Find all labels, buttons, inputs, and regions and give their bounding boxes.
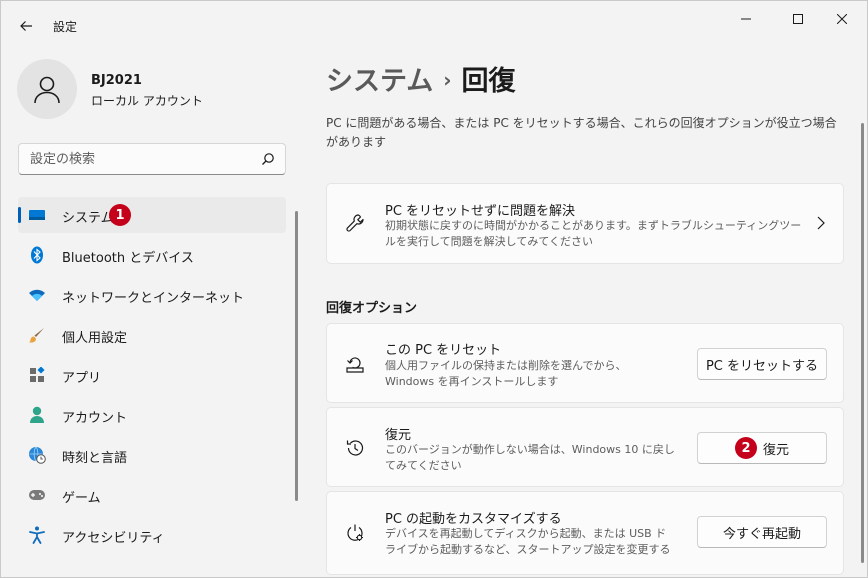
sidebar-item-bluetooth[interactable]: Bluetooth とデバイス	[18, 237, 286, 273]
person-avatar-icon	[34, 76, 60, 104]
reset-pc-icon	[343, 352, 367, 376]
sidebar-item-label: 時刻と言語	[62, 451, 128, 466]
advanced-startup-card: PC の起動をカスタマイズする デバイスを再起動してディスクから起動、または U…	[326, 491, 844, 575]
back-button[interactable]	[13, 13, 39, 39]
history-icon	[343, 436, 367, 460]
breadcrumb-separator: ›	[443, 68, 452, 92]
sidebar-item-label: システム	[62, 211, 114, 226]
minimize-icon	[741, 18, 751, 20]
advanced-startup-description: デバイスを再起動してディスクから起動、または USB ドライブから起動するなど、…	[385, 527, 671, 556]
maximize-icon	[793, 14, 803, 24]
go-back-card: 復元 このバージョンが動作しない場合は、Windows 10 に戻してみてくださ…	[326, 407, 844, 487]
advanced-startup-title: PC の起動をカスタマイズする	[385, 512, 562, 527]
chevron-right-icon	[817, 216, 825, 230]
apps-icon	[28, 366, 46, 384]
user-profile[interactable]: BJ2021 ローカル アカウント	[17, 59, 287, 121]
close-button[interactable]	[819, 7, 865, 31]
reset-pc-button[interactable]: PC をリセットする	[697, 348, 827, 380]
sidebar-item-gaming[interactable]: ゲーム	[18, 477, 286, 513]
go-back-button[interactable]: 2 復元	[697, 432, 827, 464]
sidebar-item-label: アカウント	[62, 411, 128, 426]
sidebar-item-label: アプリ	[62, 371, 102, 386]
person-icon	[28, 406, 46, 424]
sidebar-item-label: Bluetooth とデバイス	[62, 251, 194, 266]
sidebar-item-label: ネットワークとインターネット	[62, 291, 245, 306]
advanced-startup-icon	[343, 521, 367, 545]
restart-now-button-label: 今すぐ再起動	[722, 526, 801, 542]
main-scrollbar[interactable]	[861, 123, 864, 563]
title-bar: 設定	[1, 1, 867, 47]
back-arrow-icon	[20, 21, 32, 31]
search-icon[interactable]	[261, 152, 275, 166]
sidebar-item-label: アクセシビリティ	[62, 531, 165, 546]
sidebar-item-label: 個人用設定	[62, 331, 128, 346]
troubleshoot-description: 初期状態に戻すのに時間がかかることがあります。まずトラブルシューティングツールを…	[385, 219, 802, 248]
recovery-options-heading: 回復オプション	[326, 301, 418, 316]
restart-now-button[interactable]: 今すぐ再起動	[697, 516, 827, 548]
troubleshoot-card[interactable]: PC をリセットせずに問題を解決 初期状態に戻すのに時間がかかることがあります。…	[326, 183, 844, 264]
selection-indicator	[18, 207, 21, 223]
breadcrumb: システム › 回復	[326, 59, 515, 98]
annotation-badge: 2	[734, 437, 757, 459]
sidebar-item-accounts[interactable]: アカウント	[18, 397, 286, 433]
user-name: BJ2021	[91, 73, 142, 88]
account-type: ローカル アカウント	[91, 94, 203, 108]
sidebar-item-accessibility[interactable]: アクセシビリティ	[18, 517, 286, 553]
bluetooth-icon	[28, 246, 46, 264]
globe-clock-icon	[28, 446, 46, 464]
gamepad-icon	[28, 486, 46, 504]
close-icon	[837, 14, 847, 24]
breadcrumb-parent[interactable]: システム	[326, 66, 433, 97]
reset-pc-button-label: PC をリセットする	[705, 358, 819, 374]
search-box	[18, 143, 286, 175]
reset-pc-card: この PC をリセット 個人用ファイルの保持または削除を選んでから、Window…	[326, 323, 844, 403]
go-back-title: 復元	[385, 428, 412, 443]
sidebar-item-personalization[interactable]: 個人用設定	[18, 317, 286, 353]
sidebar-item-label: ゲーム	[62, 491, 101, 506]
go-back-button-label: 復元	[762, 442, 789, 458]
sidebar-item-time-language[interactable]: 時刻と言語	[18, 437, 286, 473]
sidebar-item-network[interactable]: ネットワークとインターネット	[18, 277, 286, 313]
system-display-icon	[28, 206, 46, 224]
troubleshoot-title: PC をリセットせずに問題を解決	[385, 204, 576, 219]
maximize-button[interactable]	[775, 7, 821, 31]
sidebar-item-system[interactable]: システム 1	[18, 197, 286, 233]
wrench-icon	[343, 211, 367, 235]
page-description: PC に問題がある場合、または PC をリセットする場合、これらの回復オプション…	[326, 116, 837, 149]
sidebar-nav: システム 1 Bluetooth とデバイス ネットワークとインターネット 個人…	[18, 197, 286, 557]
search-input[interactable]	[19, 144, 255, 174]
reset-pc-description: 個人用ファイルの保持または削除を選んでから、Windows を再インストールしま…	[385, 359, 627, 388]
go-back-description: このバージョンが動作しない場合は、Windows 10 に戻してみてください	[385, 443, 675, 472]
paintbrush-icon	[28, 326, 46, 344]
page-title: 回復	[461, 66, 516, 97]
accessibility-icon	[28, 526, 46, 544]
wifi-icon	[28, 286, 46, 304]
settings-window: 設定 BJ2021 ローカル アカウント システム 1	[0, 0, 868, 578]
minimize-button[interactable]	[723, 7, 769, 31]
avatar	[17, 59, 77, 119]
annotation-badge: 1	[109, 204, 131, 226]
reset-pc-title: この PC をリセット	[385, 343, 502, 358]
sidebar-scrollbar[interactable]	[295, 211, 298, 501]
app-title: 設定	[53, 20, 78, 34]
sidebar-item-apps[interactable]: アプリ	[18, 357, 286, 393]
